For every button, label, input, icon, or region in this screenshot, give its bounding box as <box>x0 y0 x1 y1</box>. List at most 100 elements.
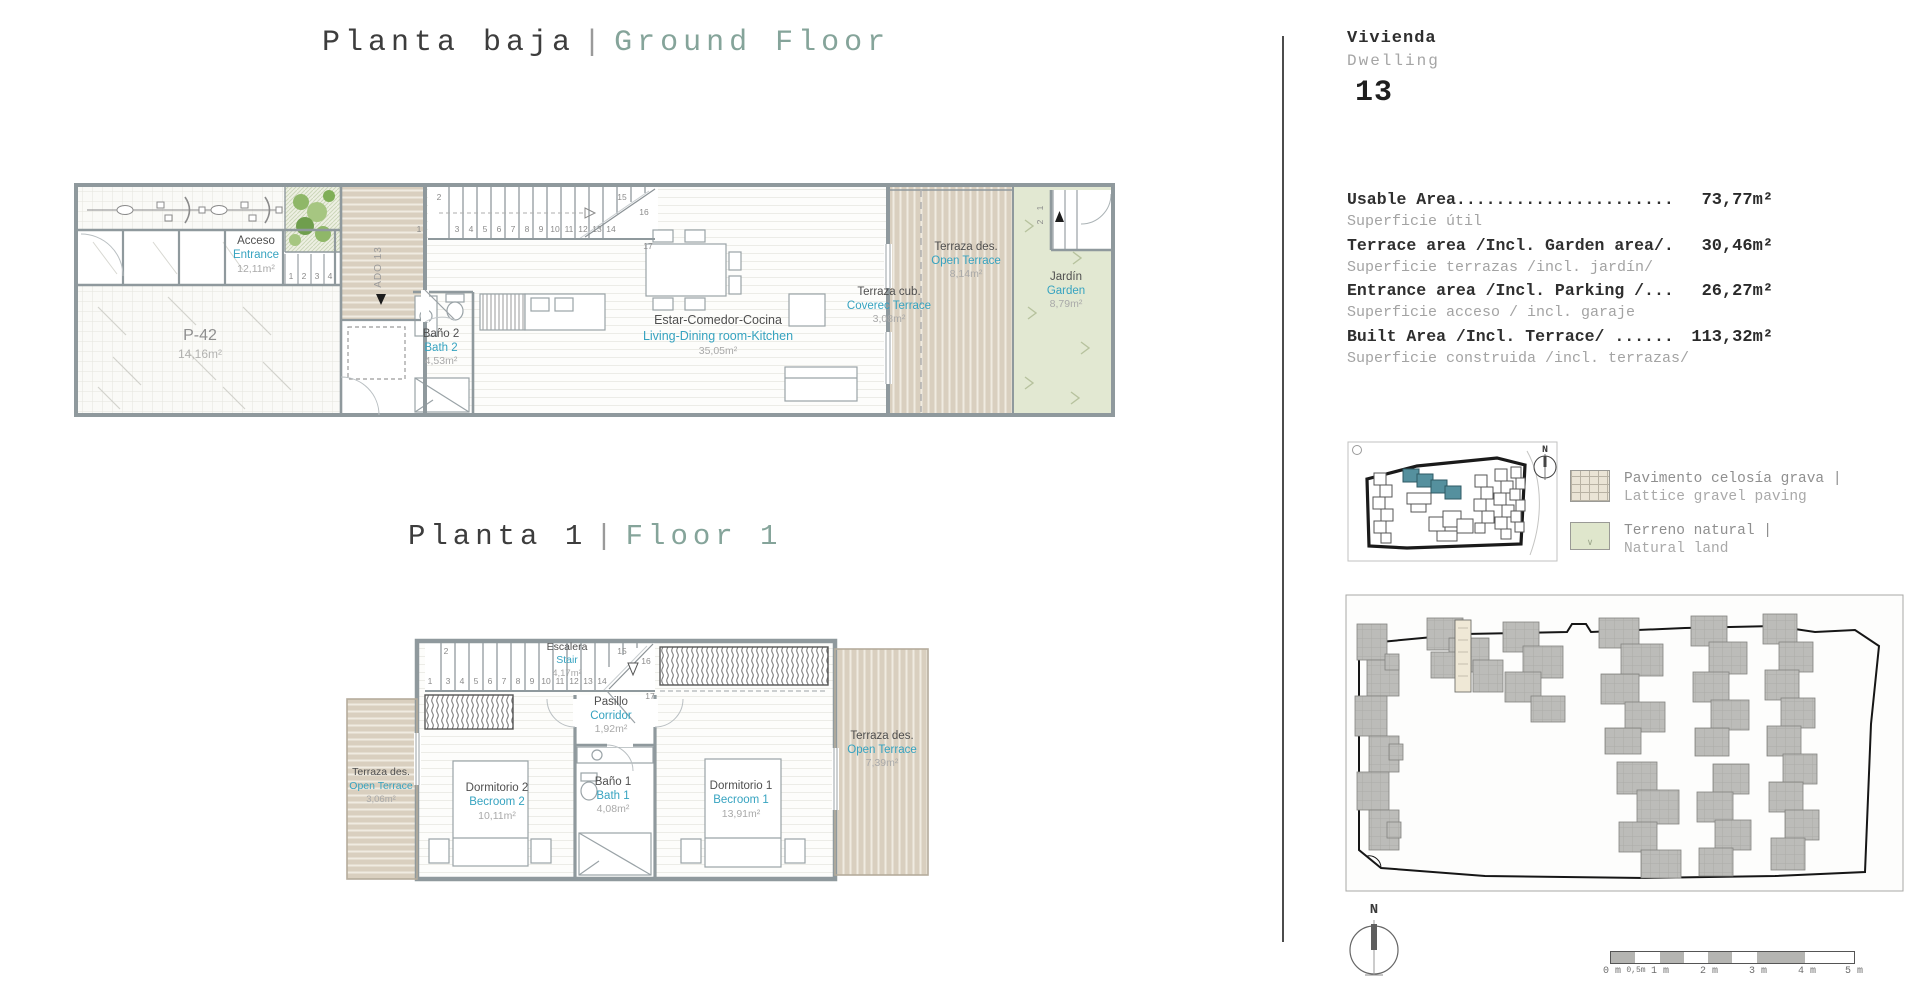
covered-terrace-label-en: Coverec Terrace <box>847 300 931 312</box>
stair-number: 9 <box>539 224 544 234</box>
area-label-en: Terrace area /Incl. Garden area/. <box>1347 236 1674 255</box>
area-label-en: Usable Area...................... <box>1347 190 1674 209</box>
corridor-area: 1,92m² <box>595 723 628 735</box>
dwelling-number: 13 <box>1355 73 1440 114</box>
bedroom1-label-es: Dormitorio 1 <box>710 780 773 792</box>
bedroom1-area: 13,91m² <box>722 808 761 820</box>
legend: Pavimento celosía grava | Lattice gravel… <box>1570 470 1842 575</box>
corridor-label-en: Corridor <box>590 710 632 722</box>
stair-number: 1 <box>428 676 433 686</box>
bath2-label-es: Baño 2 <box>423 328 459 340</box>
terrace-left-label-es: Terraza des. <box>352 766 410 778</box>
stair-number: 7 <box>502 676 507 686</box>
sofa <box>785 367 857 401</box>
bath2-label-en: Bath 2 <box>424 342 457 354</box>
bath1-label-es: Baño 1 <box>595 776 631 788</box>
stair-number: 5 <box>474 676 479 686</box>
scale-label: 4 m <box>1798 966 1816 977</box>
area-value: 113,32m² <box>1691 328 1773 347</box>
step-number: 3 <box>315 271 320 281</box>
area-value: 30,46m² <box>1702 237 1773 256</box>
key-plan: N <box>1347 441 1569 571</box>
scale-segment <box>1635 952 1659 963</box>
scale-segment <box>1732 952 1756 963</box>
stair-number: 17 <box>645 691 655 701</box>
scale-bar-labels: 0 m 0,5m 1 m 2 m 3 m 4 m 5 m <box>1610 966 1855 980</box>
title-separator: | <box>587 520 625 553</box>
parking-label: P-42 <box>183 327 217 344</box>
north-label: N <box>1370 902 1378 918</box>
stair-number: 11 <box>565 224 574 234</box>
stair-number: 17 <box>643 241 653 251</box>
open-terrace-label-en: Open Terrace <box>931 255 1000 267</box>
open-terrace-label-es: Terraza des. <box>934 241 997 253</box>
area-label-es: Superficie acceso / incl. garaje <box>1347 304 1773 327</box>
dwelling-label-es: Vivienda <box>1347 28 1440 51</box>
stair-number: 4 <box>460 676 465 686</box>
stair-number: 6 <box>488 676 493 686</box>
ground-floor-plan: Acceso Entrance 12,11m² 1 2 3 4 P-42 14,… <box>73 182 1118 422</box>
stair-number: 3 <box>446 676 451 686</box>
stair-number: 12 <box>578 224 588 234</box>
area-label-en: Entrance area /Incl. Parking /... <box>1347 281 1674 300</box>
garden-area: 8,79m² <box>1050 298 1083 310</box>
dwelling-block: Vivienda Dwelling 13 <box>1347 28 1440 113</box>
stair-number: 12 <box>569 676 579 686</box>
scale-segment <box>1611 952 1635 963</box>
scale-segment <box>1757 952 1806 963</box>
bath2-area: 4,53m² <box>425 355 458 367</box>
legend-lattice-en: Lattice gravel paving <box>1624 488 1842 506</box>
area-row: Built Area /Incl. Terrace/ ...... 113,32… <box>1347 327 1773 350</box>
stair-label-es: Escalera <box>547 641 588 653</box>
area-label-es: Superficie útil <box>1347 213 1773 236</box>
ground-title-es: Planta baja <box>322 26 575 60</box>
panel-divider <box>1282 36 1284 942</box>
living-area: 35,05m² <box>699 345 738 357</box>
garden-label-en: Garden <box>1047 285 1085 297</box>
covered-terrace-label-es: Terraza cub. <box>857 286 920 298</box>
bedroom2-area: 10,11m² <box>478 810 516 822</box>
stair-number: 2 <box>437 192 442 202</box>
bedroom1-label-en: Becroom 1 <box>713 794 769 806</box>
terrace-right-area: 7,39m² <box>866 757 899 769</box>
stair-number: 14 <box>606 224 616 234</box>
bedroom2-label-es: Dormitorio 2 <box>466 782 529 794</box>
scale-label: 0,5m <box>1626 966 1645 975</box>
scale-label: 2 m <box>1700 966 1718 977</box>
stair-number: 5 <box>483 224 488 234</box>
stair-number: 15 <box>617 646 627 656</box>
site-plan <box>1345 594 1905 898</box>
natural-land-mark: ∨ <box>1587 537 1594 548</box>
living-label-en: Living-Dining room-Kitchen <box>643 329 793 343</box>
legend-item-lattice: Pavimento celosía grava | Lattice gravel… <box>1570 470 1842 506</box>
scale-segment <box>1805 952 1854 963</box>
area-value: 73,77m² <box>1702 191 1773 210</box>
dwelling-label-en: Dwelling <box>1347 51 1440 73</box>
garden-step-number: 2 <box>1035 219 1045 224</box>
compass-needle-head <box>1371 924 1377 950</box>
stair-number: 9 <box>530 676 535 686</box>
stair-number: 2 <box>444 646 449 656</box>
parking-area: 14,16m² <box>178 347 222 361</box>
step-number: 2 <box>302 271 307 281</box>
north-compass: N <box>1346 898 1402 989</box>
area-label-es: Superficie terrazas /incl. jardín/ <box>1347 259 1773 282</box>
bedroom2-label-en: Becroom 2 <box>469 796 525 808</box>
legend-natural-en: Natural land <box>1624 540 1772 558</box>
legend-item-natural: ∨ Terreno natural | Natural land <box>1570 522 1842 558</box>
stair-number: 11 <box>556 676 565 686</box>
area-row: Entrance area /Incl. Parking /... 26,27m… <box>1347 281 1773 304</box>
stair-number: 8 <box>516 676 521 686</box>
stair-number: 16 <box>641 656 651 666</box>
acceso-label-en: Entrance <box>233 249 279 261</box>
stair-number: 10 <box>550 224 560 234</box>
stair-number: 13 <box>592 224 602 234</box>
stair-number: 8 <box>525 224 530 234</box>
bath1-label-en: Bath 1 <box>596 790 629 802</box>
area-row: Usable Area...................... 73,77m… <box>1347 190 1773 213</box>
scale-segment <box>1660 952 1684 963</box>
step-number: 4 <box>328 271 333 281</box>
terrace-left-label-en: Open Terrace <box>349 780 413 792</box>
area-row: Terrace area /Incl. Garden area/. 30,46m… <box>1347 236 1773 259</box>
natural-land-swatch: ∨ <box>1570 522 1610 550</box>
